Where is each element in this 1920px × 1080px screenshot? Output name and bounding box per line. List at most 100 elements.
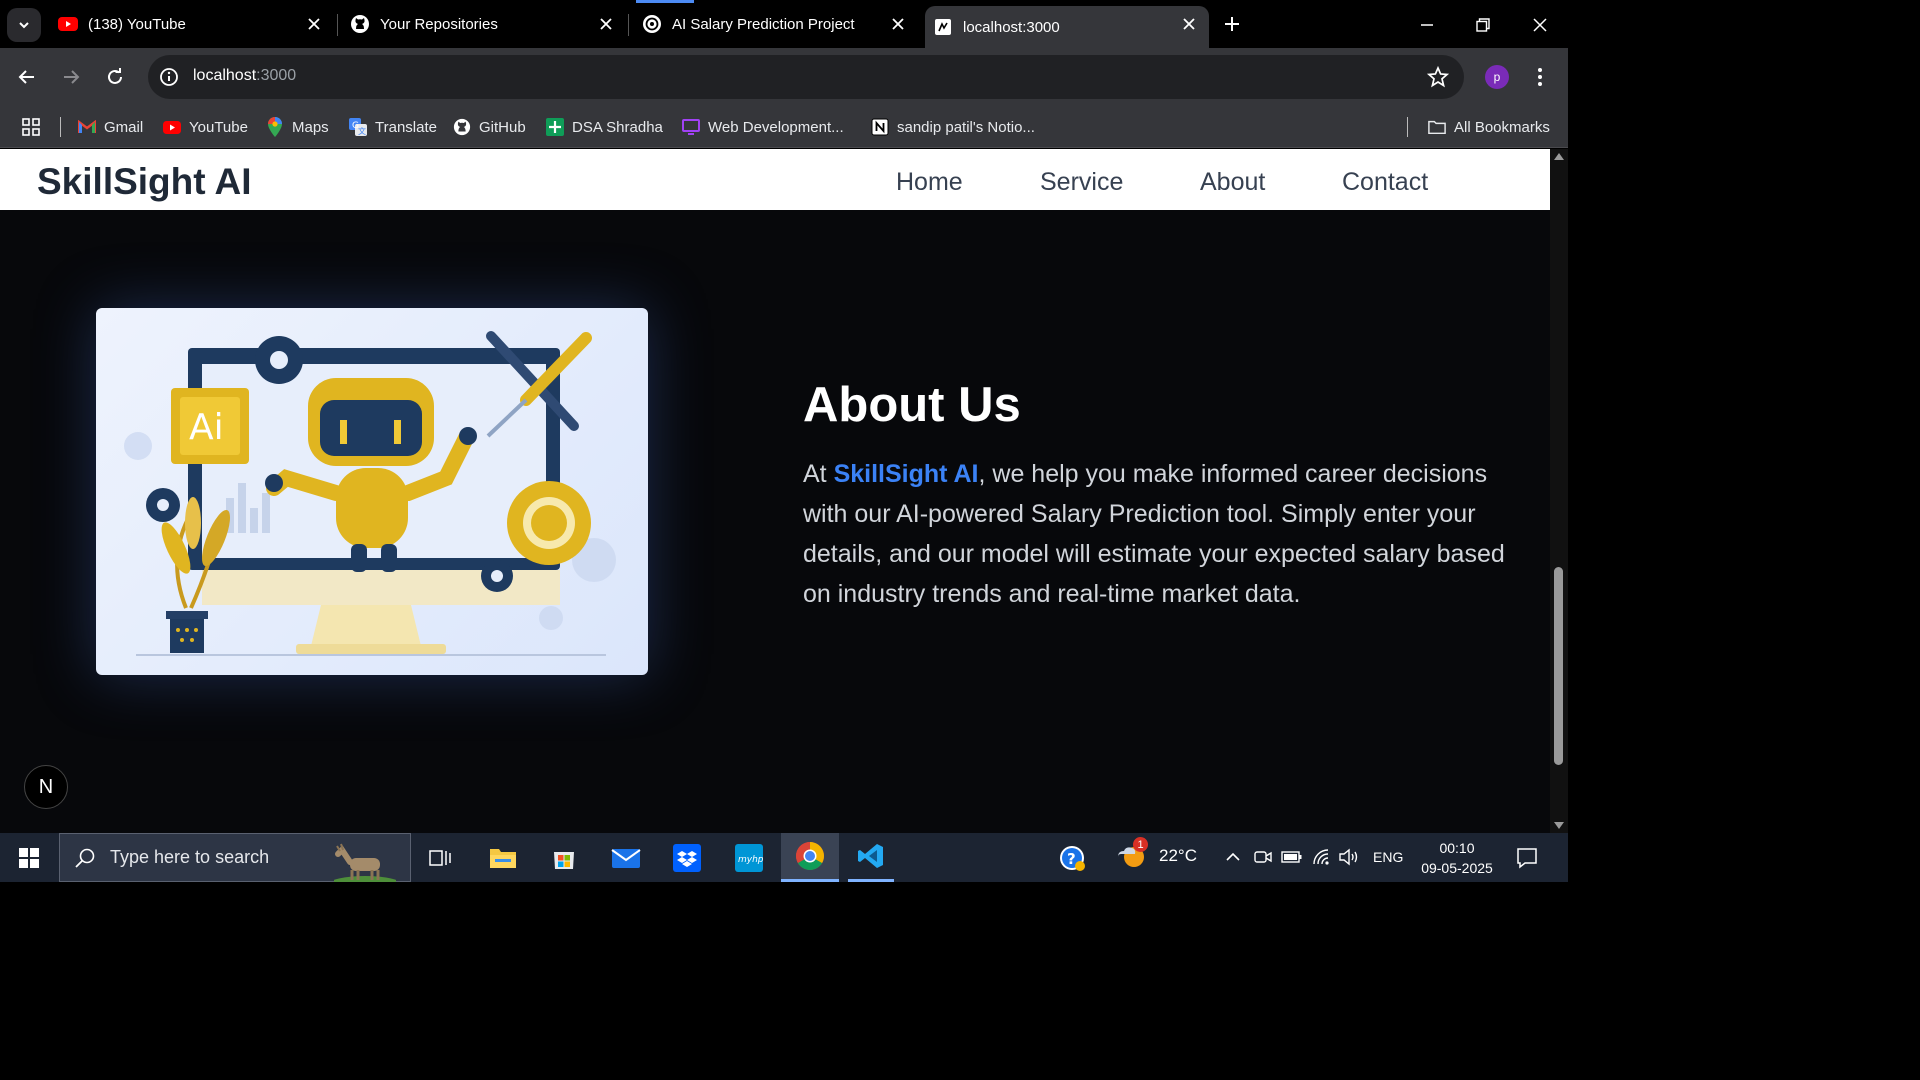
notification-icon	[1517, 848, 1537, 869]
bookmark-github[interactable]: GitHub	[453, 114, 526, 140]
search-highlight-donkey-icon	[334, 843, 396, 882]
site-brand[interactable]: SkillSight AI	[37, 161, 251, 203]
about-heading: About Us	[803, 378, 1021, 432]
windows-logo-icon	[19, 848, 39, 868]
input-language[interactable]: ENG	[1373, 849, 1403, 865]
weather-widget[interactable]: 1 22°C	[1115, 837, 1197, 873]
search-placeholder: Type here to search	[110, 847, 270, 867]
battery-tray-button[interactable]	[1281, 846, 1303, 868]
bookmark-label: Web Development...	[708, 118, 844, 136]
task-view-icon	[429, 850, 451, 866]
nextjs-dev-badge[interactable]: N	[24, 765, 68, 809]
volume-tray-button[interactable]	[1338, 846, 1360, 868]
chevron-down-icon	[19, 22, 29, 29]
bookmark-gmail[interactable]: Gmail	[78, 114, 143, 140]
svg-text:myhp: myhp	[738, 855, 763, 865]
about-illustration: Ai	[96, 308, 648, 675]
show-hidden-icons-button[interactable]	[1222, 846, 1244, 868]
scroll-up-arrow-icon[interactable]	[1554, 153, 1564, 160]
scroll-down-arrow-icon[interactable]	[1554, 822, 1564, 829]
youtube-icon	[163, 118, 181, 136]
browser-toolbar: localhost:3000 p	[0, 48, 1568, 106]
taskbar-clock[interactable]: 00:10 09-05-2025	[1417, 838, 1497, 878]
address-bar[interactable]: localhost:3000	[148, 55, 1464, 99]
profile-avatar[interactable]: p	[1485, 65, 1509, 89]
reload-button[interactable]	[100, 62, 130, 92]
bookmark-web-development[interactable]: Web Development...	[682, 114, 844, 140]
bookmark-translate[interactable]: G文 Translate	[349, 114, 437, 140]
chrome-button[interactable]	[781, 833, 839, 882]
wifi-tray-button[interactable]	[1311, 846, 1333, 868]
browser-tab-strip: (138) YouTube Your Repositories AI Salar…	[0, 0, 1568, 48]
notifications-button[interactable]	[1515, 846, 1539, 870]
site-navbar: SkillSight AI Home Service About Contact	[0, 149, 1550, 210]
new-tab-button[interactable]	[1218, 10, 1246, 38]
start-button[interactable]	[10, 841, 48, 875]
bookmark-notion[interactable]: sandip patil's Notio...	[871, 114, 1035, 140]
arrow-left-icon	[18, 70, 34, 84]
file-explorer-button[interactable]	[485, 840, 521, 876]
clock-time: 00:10	[1439, 840, 1475, 856]
vscode-button[interactable]	[848, 833, 894, 882]
nav-contact[interactable]: Contact	[1342, 168, 1428, 197]
nav-service[interactable]: Service	[1040, 168, 1123, 197]
nav-home[interactable]: Home	[896, 168, 963, 197]
mail-button[interactable]	[608, 840, 644, 876]
taskbar-search[interactable]: Type here to search	[59, 833, 411, 882]
all-bookmarks-button[interactable]: All Bookmarks	[1428, 114, 1550, 140]
reload-icon	[108, 68, 122, 84]
apps-button[interactable]	[22, 114, 40, 140]
bookmark-label: GitHub	[479, 118, 526, 136]
about-brand-highlight: SkillSight AI	[833, 460, 979, 488]
back-button[interactable]	[12, 62, 42, 92]
close-window-button[interactable]	[1525, 10, 1555, 40]
bookmark-dsa-shradha[interactable]: DSA Shradha	[546, 114, 663, 140]
bookmark-maps[interactable]: Maps	[266, 114, 329, 140]
menu-button[interactable]	[1530, 64, 1550, 90]
tab-youtube[interactable]: (138) YouTube	[58, 0, 334, 48]
meet-tray-button[interactable]	[1252, 846, 1274, 868]
page-scrollbar[interactable]	[1550, 149, 1568, 833]
info-icon[interactable]	[158, 66, 180, 88]
kebab-icon	[1538, 68, 1542, 86]
bookmark-label: Maps	[292, 118, 329, 136]
close-icon[interactable]	[304, 14, 324, 34]
tab-repositories[interactable]: Your Repositories	[350, 0, 626, 48]
forward-button[interactable]	[56, 62, 86, 92]
translate-icon: G文	[349, 118, 367, 136]
tab-title: localhost:3000	[963, 18, 1060, 36]
tab-separator	[337, 14, 338, 36]
tab-search-button[interactable]	[7, 8, 41, 42]
battery-icon	[1281, 851, 1302, 863]
myhp-button[interactable]: myhp	[731, 840, 767, 876]
close-icon[interactable]	[888, 14, 908, 34]
task-view-button[interactable]	[422, 840, 458, 876]
restore-button[interactable]	[1468, 10, 1498, 40]
tab-localhost[interactable]: localhost:3000	[925, 6, 1209, 48]
help-tray-button[interactable]: ?	[1058, 844, 1086, 872]
tab-ai-salary-project[interactable]: AI Salary Prediction Project	[636, 0, 918, 48]
close-icon[interactable]	[1179, 14, 1199, 34]
bookmark-star-icon[interactable]	[1426, 65, 1450, 89]
minimize-icon	[1421, 24, 1433, 26]
all-bookmarks-label: All Bookmarks	[1454, 118, 1550, 136]
openai-icon	[642, 14, 662, 34]
bookmark-youtube[interactable]: YouTube	[163, 114, 248, 140]
bookmark-separator	[1407, 117, 1408, 137]
weather-temperature: 22°C	[1159, 846, 1197, 865]
dropbox-button[interactable]	[669, 840, 705, 876]
minimize-button[interactable]	[1412, 10, 1442, 40]
plus-icon	[1225, 17, 1239, 31]
camera-icon	[1254, 851, 1272, 863]
bookmark-label: DSA Shradha	[572, 118, 663, 136]
close-icon[interactable]	[596, 14, 616, 34]
scrollbar-thumb[interactable]	[1554, 567, 1563, 765]
bookmark-label: YouTube	[189, 118, 248, 136]
nav-about[interactable]: About	[1200, 168, 1265, 197]
chrome-icon	[796, 842, 824, 870]
windows-taskbar: Type here to search myhp ? 1 22°C ENG 00…	[0, 833, 1568, 882]
bookmarks-bar: Gmail YouTube Maps G文 Translate GitHub D…	[0, 106, 1568, 148]
microsoft-store-button[interactable]	[546, 840, 582, 876]
gmail-icon	[78, 118, 96, 136]
sheets-icon	[546, 118, 564, 136]
